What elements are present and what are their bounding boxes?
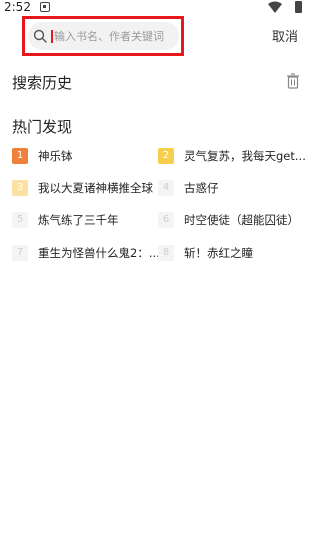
hot-item-title: 斩！赤红之瞳 <box>184 246 253 260</box>
hot-item-title: 重生为怪兽什么鬼2：... <box>38 246 160 260</box>
rank-badge: 2 <box>158 148 174 164</box>
hot-item-title: 灵气复苏，我每天get... <box>184 149 306 163</box>
cancel-button[interactable]: 取消 <box>272 26 298 45</box>
hot-item-title: 我以大夏诸神横推全球 <box>38 181 153 195</box>
rank-badge: 7 <box>12 245 28 261</box>
hot-discovery-title: 热门发现 <box>12 118 73 136</box>
search-icon <box>33 29 47 43</box>
search-highlight-box <box>22 16 184 56</box>
status-time: 2:52 <box>4 0 31 14</box>
wifi-icon <box>268 1 282 13</box>
status-bar: 2:52 <box>0 0 313 16</box>
rank-badge: 4 <box>158 180 174 196</box>
rank-badge: 3 <box>12 180 28 196</box>
text-cursor <box>51 30 53 43</box>
hot-list-item[interactable]: 2 灵气复苏，我每天get... <box>158 148 306 166</box>
hot-item-title: 炼气练了三千年 <box>38 213 119 227</box>
hot-item-title: 古惑仔 <box>184 181 219 195</box>
trash-icon[interactable] <box>286 73 300 89</box>
battery-icon <box>295 1 302 13</box>
notification-icon <box>40 2 50 12</box>
hot-list-item[interactable]: 8 斩！赤红之瞳 <box>158 245 303 263</box>
rank-badge: 6 <box>158 212 174 228</box>
hot-list-item[interactable]: 6 时空使徒（超能囚徒） <box>158 212 303 230</box>
search-input[interactable] <box>54 26 178 46</box>
hot-list-item[interactable]: 3 我以大夏诸神横推全球 <box>12 180 157 198</box>
search-bar[interactable] <box>28 22 179 50</box>
hot-list-item[interactable]: 7 重生为怪兽什么鬼2：... <box>12 245 160 263</box>
search-history-title: 搜索历史 <box>12 74 73 92</box>
rank-badge: 1 <box>12 148 28 164</box>
hot-list-item[interactable]: 5 炼气练了三千年 <box>12 212 157 230</box>
rank-badge: 8 <box>158 245 174 261</box>
hot-list-item[interactable]: 1 神乐钵 <box>12 148 157 166</box>
hot-list-item[interactable]: 4 古惑仔 <box>158 180 303 198</box>
hot-item-title: 神乐钵 <box>38 149 73 163</box>
rank-badge: 5 <box>12 212 28 228</box>
hot-item-title: 时空使徒（超能囚徒） <box>184 213 299 227</box>
